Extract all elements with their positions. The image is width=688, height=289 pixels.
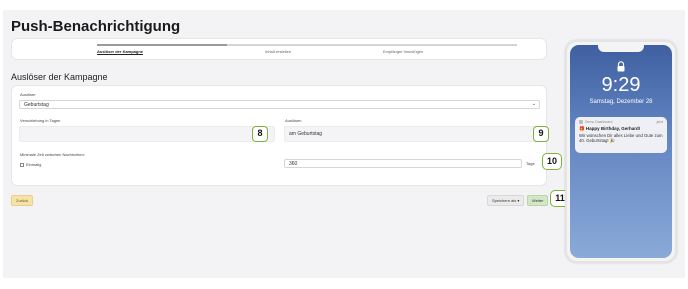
once-checkbox[interactable] bbox=[20, 163, 24, 167]
notification-body: Wir wünschen Dir alles Liebe und Gute zu… bbox=[579, 133, 663, 144]
phone-screen: 9:29 Samstag, Dezember 28 Demo Dashboard… bbox=[570, 45, 672, 258]
trigger-label: Auslöser bbox=[20, 92, 36, 97]
trigger-select[interactable]: Geburtstag ⌄ bbox=[19, 100, 540, 109]
app-icon bbox=[579, 120, 583, 125]
lockscreen-time: 9:29 bbox=[601, 74, 641, 96]
step-line bbox=[377, 44, 517, 46]
once-label: Einmalig bbox=[26, 162, 42, 167]
trigger-form-card: Auslöser Geburtstag ⌄ Verschiebung in Ta… bbox=[11, 85, 562, 186]
back-button[interactable]: Zurück bbox=[11, 195, 34, 206]
notification-title: 🎁 Happy Birthday, Gerhard! bbox=[579, 126, 641, 132]
trigger-select-value: Geburtstag bbox=[24, 102, 49, 108]
delay-input[interactable] bbox=[19, 126, 275, 142]
campaign-stepper: Auslöser der Kampagne Inhalt erstellen E… bbox=[11, 38, 547, 60]
notification-app: Demo Dashboard bbox=[585, 120, 613, 124]
trigger2-label: Auslösen bbox=[285, 118, 302, 123]
trigger2-select-value: am Geburtstag bbox=[289, 131, 323, 137]
phone-preview: 9:29 Samstag, Dezember 28 Demo Dashboard… bbox=[565, 40, 677, 263]
lock-icon bbox=[617, 61, 625, 72]
notification-time: jetzt bbox=[656, 120, 663, 124]
days-unit-label: Tage bbox=[526, 161, 535, 166]
section-title: Auslöser der Kampagne bbox=[11, 72, 108, 82]
notification-card[interactable]: Demo Dashboard jetzt 🎁 Happy Birthday, G… bbox=[575, 117, 667, 153]
step-badge-10: 10 bbox=[542, 153, 562, 170]
delay-label: Verschiebung in Tagen bbox=[20, 118, 61, 123]
chevron-down-icon: ⌄ bbox=[531, 101, 536, 107]
step-line bbox=[227, 44, 377, 46]
min-time-label: Minimale Zeit zwischen Nachrichten: bbox=[20, 152, 85, 157]
min-time-input[interactable]: 360 bbox=[284, 159, 522, 168]
step-content[interactable]: Inhalt erstellen bbox=[265, 49, 291, 54]
step-badge-8: 8 bbox=[252, 126, 268, 142]
step-recipients[interactable]: Empfänger hinzufügen bbox=[383, 49, 423, 54]
trigger2-select[interactable]: am Geburtstag bbox=[284, 126, 540, 142]
step-progress-line bbox=[97, 44, 227, 46]
save-as-button[interactable]: Speichern als ▾ bbox=[487, 195, 525, 206]
step-badge-9: 9 bbox=[533, 126, 549, 142]
step-trigger[interactable]: Auslöser der Kampagne bbox=[97, 49, 143, 54]
next-button[interactable]: Weiter bbox=[527, 195, 549, 206]
phone-notch bbox=[598, 45, 644, 52]
lockscreen-date: Samstag, Dezember 28 bbox=[589, 99, 653, 105]
page-title: Push-Benachrichtigung bbox=[11, 18, 181, 35]
